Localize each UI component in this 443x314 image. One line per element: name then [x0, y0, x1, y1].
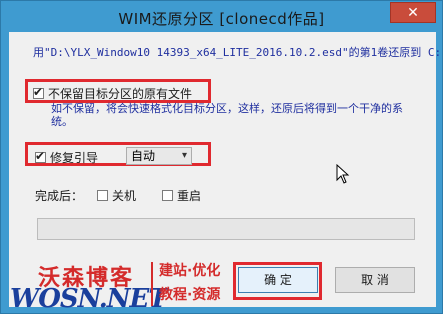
shutdown-checkbox[interactable]	[97, 190, 109, 201]
chevron-down-icon: ▾	[181, 150, 187, 161]
watermark-divider	[151, 262, 153, 306]
repair-boot-checkbox[interactable]	[35, 149, 46, 163]
restore-progress-bar	[37, 218, 415, 240]
keep-files-checkbox[interactable]	[33, 85, 44, 99]
watermark: 沃森博客 WOSN.NET 建站·优化 教程·资源	[0, 252, 230, 314]
close-button[interactable]: ✕	[390, 2, 436, 23]
keep-files-description: 如不保留，将会快速格式化目标分区，这样，还原后将得到一个干净的系统。	[51, 102, 403, 128]
repair-boot-option[interactable]: 修复引导	[35, 149, 98, 166]
watermark-tag-bottom: 教程·资源	[159, 287, 221, 303]
restart-label: 重启	[177, 189, 202, 203]
watermark-logo: 沃森博客 WOSN.NET	[4, 258, 168, 314]
after-done-label: 完成后：	[35, 189, 84, 203]
restart-checkbox[interactable]	[162, 190, 174, 201]
repair-boot-label: 修复引导	[50, 151, 99, 165]
keep-files-option[interactable]: 不保留目标分区的原有文件	[33, 85, 192, 102]
ok-button[interactable]: 确 定	[238, 267, 318, 293]
watermark-url: WOSN.NET	[10, 284, 168, 314]
mouse-cursor-icon	[336, 164, 350, 184]
repair-boot-mode-select[interactable]: 自动 ▾	[126, 147, 192, 165]
cancel-button[interactable]: 取 消	[335, 267, 415, 293]
source-info-text: 用"D:\YLX_Window10 14393_x64_LITE_2016.10…	[33, 46, 442, 59]
after-done-row: 完成后： 关机 重启	[35, 187, 201, 204]
shutdown-label: 关机	[112, 189, 137, 203]
repair-boot-mode-value: 自动	[131, 149, 156, 163]
title-bar[interactable]: WIM还原分区 [clonecd作品] ✕	[1, 1, 442, 33]
window-title: WIM还原分区 [clonecd作品]	[118, 10, 325, 28]
watermark-tag-top: 建站·优化	[159, 263, 221, 279]
close-icon: ✕	[407, 5, 419, 21]
keep-files-label: 不保留目标分区的原有文件	[48, 87, 193, 101]
